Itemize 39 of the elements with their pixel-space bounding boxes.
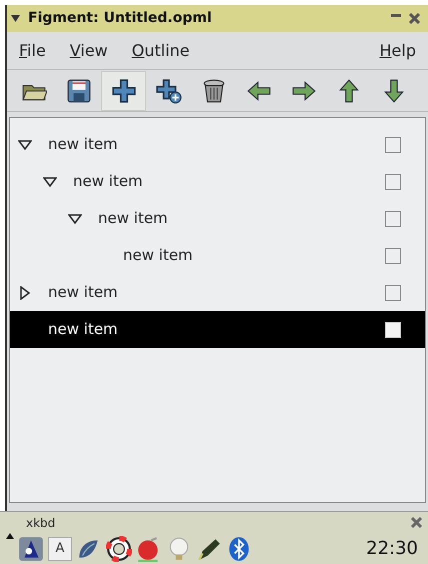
keyboard-button[interactable]: A	[48, 536, 72, 560]
expanded-triangle-icon[interactable]	[68, 212, 82, 226]
item-text: new item	[73, 171, 144, 192]
outline-row[interactable]: new item	[10, 163, 425, 200]
checkbox[interactable]	[385, 322, 401, 338]
panel-title: xkbd	[26, 514, 56, 532]
menu-item[interactable]: View	[70, 38, 108, 62]
window-menu-icon[interactable]	[11, 15, 20, 22]
outline-row[interactable]: new item	[10, 126, 425, 163]
checkbox[interactable]	[385, 284, 401, 300]
trash-can-icon	[200, 78, 226, 104]
menu-item[interactable]: File	[19, 38, 46, 62]
plus-icon	[110, 78, 136, 104]
clock: 22:30	[366, 537, 418, 561]
menu-item[interactable]: Help	[380, 38, 416, 62]
item-text: new item	[98, 208, 169, 230]
close-icon[interactable]	[409, 13, 420, 24]
expanded-triangle-icon[interactable]	[43, 174, 57, 188]
checkbox[interactable]	[385, 174, 401, 190]
menu-item[interactable]: Outline	[132, 38, 190, 62]
outline-row[interactable]: new item	[10, 274, 425, 311]
close-icon[interactable]	[411, 517, 422, 528]
item-text: new item	[48, 134, 119, 156]
lifebuoy-icon[interactable]	[106, 536, 132, 562]
outline-row[interactable]: new item	[10, 311, 425, 348]
checkbox[interactable]	[385, 248, 401, 264]
plus-icon	[156, 78, 182, 104]
outline-row[interactable]: new item	[10, 200, 425, 237]
outline-row[interactable]: new item	[10, 237, 425, 274]
checkbox[interactable]	[385, 210, 401, 226]
window-icon[interactable]	[18, 536, 44, 562]
plus-button[interactable]	[101, 70, 146, 110]
item-text: new item	[123, 245, 194, 266]
item-text: new item	[48, 319, 119, 340]
collapsed-triangle-icon[interactable]	[18, 286, 32, 300]
window-title: Figment: Untitled.opml	[28, 9, 212, 28]
checkbox[interactable]	[385, 136, 401, 152]
item-text: new item	[48, 282, 119, 304]
expanded-triangle-icon[interactable]	[18, 138, 32, 152]
